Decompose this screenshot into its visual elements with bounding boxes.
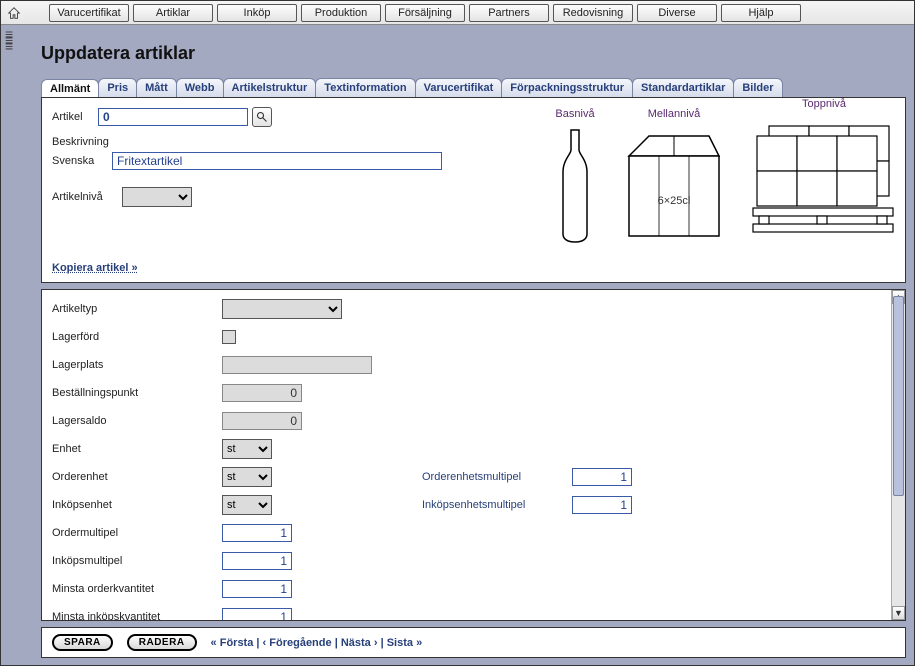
pager-prev[interactable]: ‹ Föregående xyxy=(263,637,332,649)
pager: « Första | ‹ Föregående | Nästa › | Sist… xyxy=(211,637,423,649)
side-grip-icon[interactable]: ≡≡≡ xyxy=(5,31,25,49)
pager-next[interactable]: Nästa › xyxy=(341,637,378,649)
bestallningspunkt-label: Beställningspunkt xyxy=(52,387,222,399)
scroll-thumb[interactable] xyxy=(893,296,904,496)
tab-standardartiklar[interactable]: Standardartiklar xyxy=(632,78,734,97)
artikel-label: Artikel xyxy=(52,111,98,123)
app-toolbar: Varucertifikat Artiklar Inköp Produktion… xyxy=(1,1,914,25)
menu-varucertifikat[interactable]: Varucertifikat xyxy=(49,4,129,22)
inkopsenhet-label: Inköpsenhet xyxy=(52,499,222,511)
minsta-orderkvantitet-label: Minsta orderkvantitet xyxy=(52,583,222,595)
pager-first[interactable]: « Första xyxy=(211,637,254,649)
pager-last[interactable]: Sista » xyxy=(387,637,422,649)
scroll-down-icon[interactable]: ▼ xyxy=(892,606,905,620)
inkopsmultipel-input[interactable] xyxy=(222,552,292,570)
multipack-icon: 6×25cl xyxy=(619,126,729,249)
minsta-orderkvantitet-input[interactable] xyxy=(222,580,292,598)
detail-scrollbar[interactable]: ▲ ▼ xyxy=(891,290,905,620)
minsta-inkopskvantitet-label: Minsta inköpskvantitet xyxy=(52,611,222,620)
artikeltyp-label: Artikeltyp xyxy=(52,303,222,315)
tab-bilder[interactable]: Bilder xyxy=(733,78,782,97)
lagerford-checkbox[interactable] xyxy=(222,330,236,344)
tab-bar: Allmänt Pris Mått Webb Artikelstruktur T… xyxy=(41,78,906,97)
home-icon[interactable] xyxy=(7,6,21,20)
orderenhet-select[interactable]: st xyxy=(222,467,272,487)
tab-pris[interactable]: Pris xyxy=(98,78,137,97)
toppniva-label: Toppnivå xyxy=(749,98,899,110)
inkopsmultipel-label: Inköpsmultipel xyxy=(52,555,222,567)
orderenhetsmultipel-label: Orderenhetsmultipel xyxy=(422,471,572,483)
tab-webb[interactable]: Webb xyxy=(176,78,224,97)
lagerford-label: Lagerförd xyxy=(52,331,222,343)
search-icon xyxy=(256,111,268,123)
tab-artikelstruktur[interactable]: Artikelstruktur xyxy=(223,78,317,97)
page-body: Uppdatera artiklar Allmänt Pris Mått Web… xyxy=(35,31,906,659)
detail-panel: Artikeltyp Lagerförd Lagerplats Beställn… xyxy=(41,289,906,621)
tab-matt[interactable]: Mått xyxy=(136,78,177,97)
svg-text:6×25cl: 6×25cl xyxy=(658,195,691,207)
mellanniva-label: Mellannivå xyxy=(619,108,729,120)
menu-artiklar[interactable]: Artiklar xyxy=(133,4,213,22)
tab-forpackningsstruktur[interactable]: Förpackningsstruktur xyxy=(501,78,633,97)
menu-diverse[interactable]: Diverse xyxy=(637,4,717,22)
radera-button[interactable]: RADERA xyxy=(127,634,197,651)
tab-varucertifikat[interactable]: Varucertifikat xyxy=(415,78,503,97)
main-menu: Varucertifikat Artiklar Inköp Produktion… xyxy=(49,4,801,22)
menu-hjalp[interactable]: Hjälp xyxy=(721,4,801,22)
inkopsenhetsmultipel-label: Inköpsenhetsmultipel xyxy=(422,499,572,511)
detail-scroll: Artikeltyp Lagerförd Lagerplats Beställn… xyxy=(42,290,891,620)
pallet-icon xyxy=(749,116,899,249)
lagerplats-label: Lagerplats xyxy=(52,359,222,371)
packaging-levels: Basnivå Mellannivå 6×25cl xyxy=(551,98,899,249)
menu-produktion[interactable]: Produktion xyxy=(301,4,381,22)
basniva-label: Basnivå xyxy=(551,108,599,120)
general-panel: Artikel Beskrivning Svenska Artikelnivå … xyxy=(41,97,906,283)
inkopsenhetsmultipel-input[interactable] xyxy=(572,496,632,514)
inkopsenhet-select[interactable]: st xyxy=(222,495,272,515)
artikeltyp-select[interactable] xyxy=(222,299,342,319)
menu-forsaljning[interactable]: Försäljning xyxy=(385,4,465,22)
menu-inkop[interactable]: Inköp xyxy=(217,4,297,22)
enhet-select[interactable]: st xyxy=(222,439,272,459)
artikelniva-select[interactable] xyxy=(122,187,192,207)
page-title: Uppdatera artiklar xyxy=(41,43,906,64)
artikel-search-button[interactable] xyxy=(252,107,272,127)
svenska-input[interactable] xyxy=(112,152,442,170)
artikel-input[interactable] xyxy=(98,108,248,126)
orderenhet-label: Orderenhet xyxy=(52,471,222,483)
lagersaldo-input[interactable] xyxy=(222,412,302,430)
ordermultipel-input[interactable] xyxy=(222,524,292,542)
minsta-inkopskvantitet-input[interactable] xyxy=(222,608,292,620)
orderenhetsmultipel-input[interactable] xyxy=(572,468,632,486)
ordermultipel-label: Ordermultipel xyxy=(52,527,222,539)
kopiera-artikel-link[interactable]: Kopiera artikel » xyxy=(52,262,138,274)
tab-textinformation[interactable]: Textinformation xyxy=(315,78,415,97)
menu-redovisning[interactable]: Redovisning xyxy=(553,4,633,22)
bottle-icon xyxy=(551,126,599,249)
lagersaldo-label: Lagersaldo xyxy=(52,415,222,427)
bestallningspunkt-input[interactable] xyxy=(222,384,302,402)
lagerplats-input[interactable] xyxy=(222,356,372,374)
action-bar: SPARA RADERA « Första | ‹ Föregående | N… xyxy=(41,627,906,658)
tab-allmant[interactable]: Allmänt xyxy=(41,79,99,98)
spara-button[interactable]: SPARA xyxy=(52,634,113,651)
enhet-label: Enhet xyxy=(52,443,222,455)
artikelniva-label: Artikelnivå xyxy=(52,191,122,203)
menu-partners[interactable]: Partners xyxy=(469,4,549,22)
svenska-label: Svenska xyxy=(52,155,112,167)
